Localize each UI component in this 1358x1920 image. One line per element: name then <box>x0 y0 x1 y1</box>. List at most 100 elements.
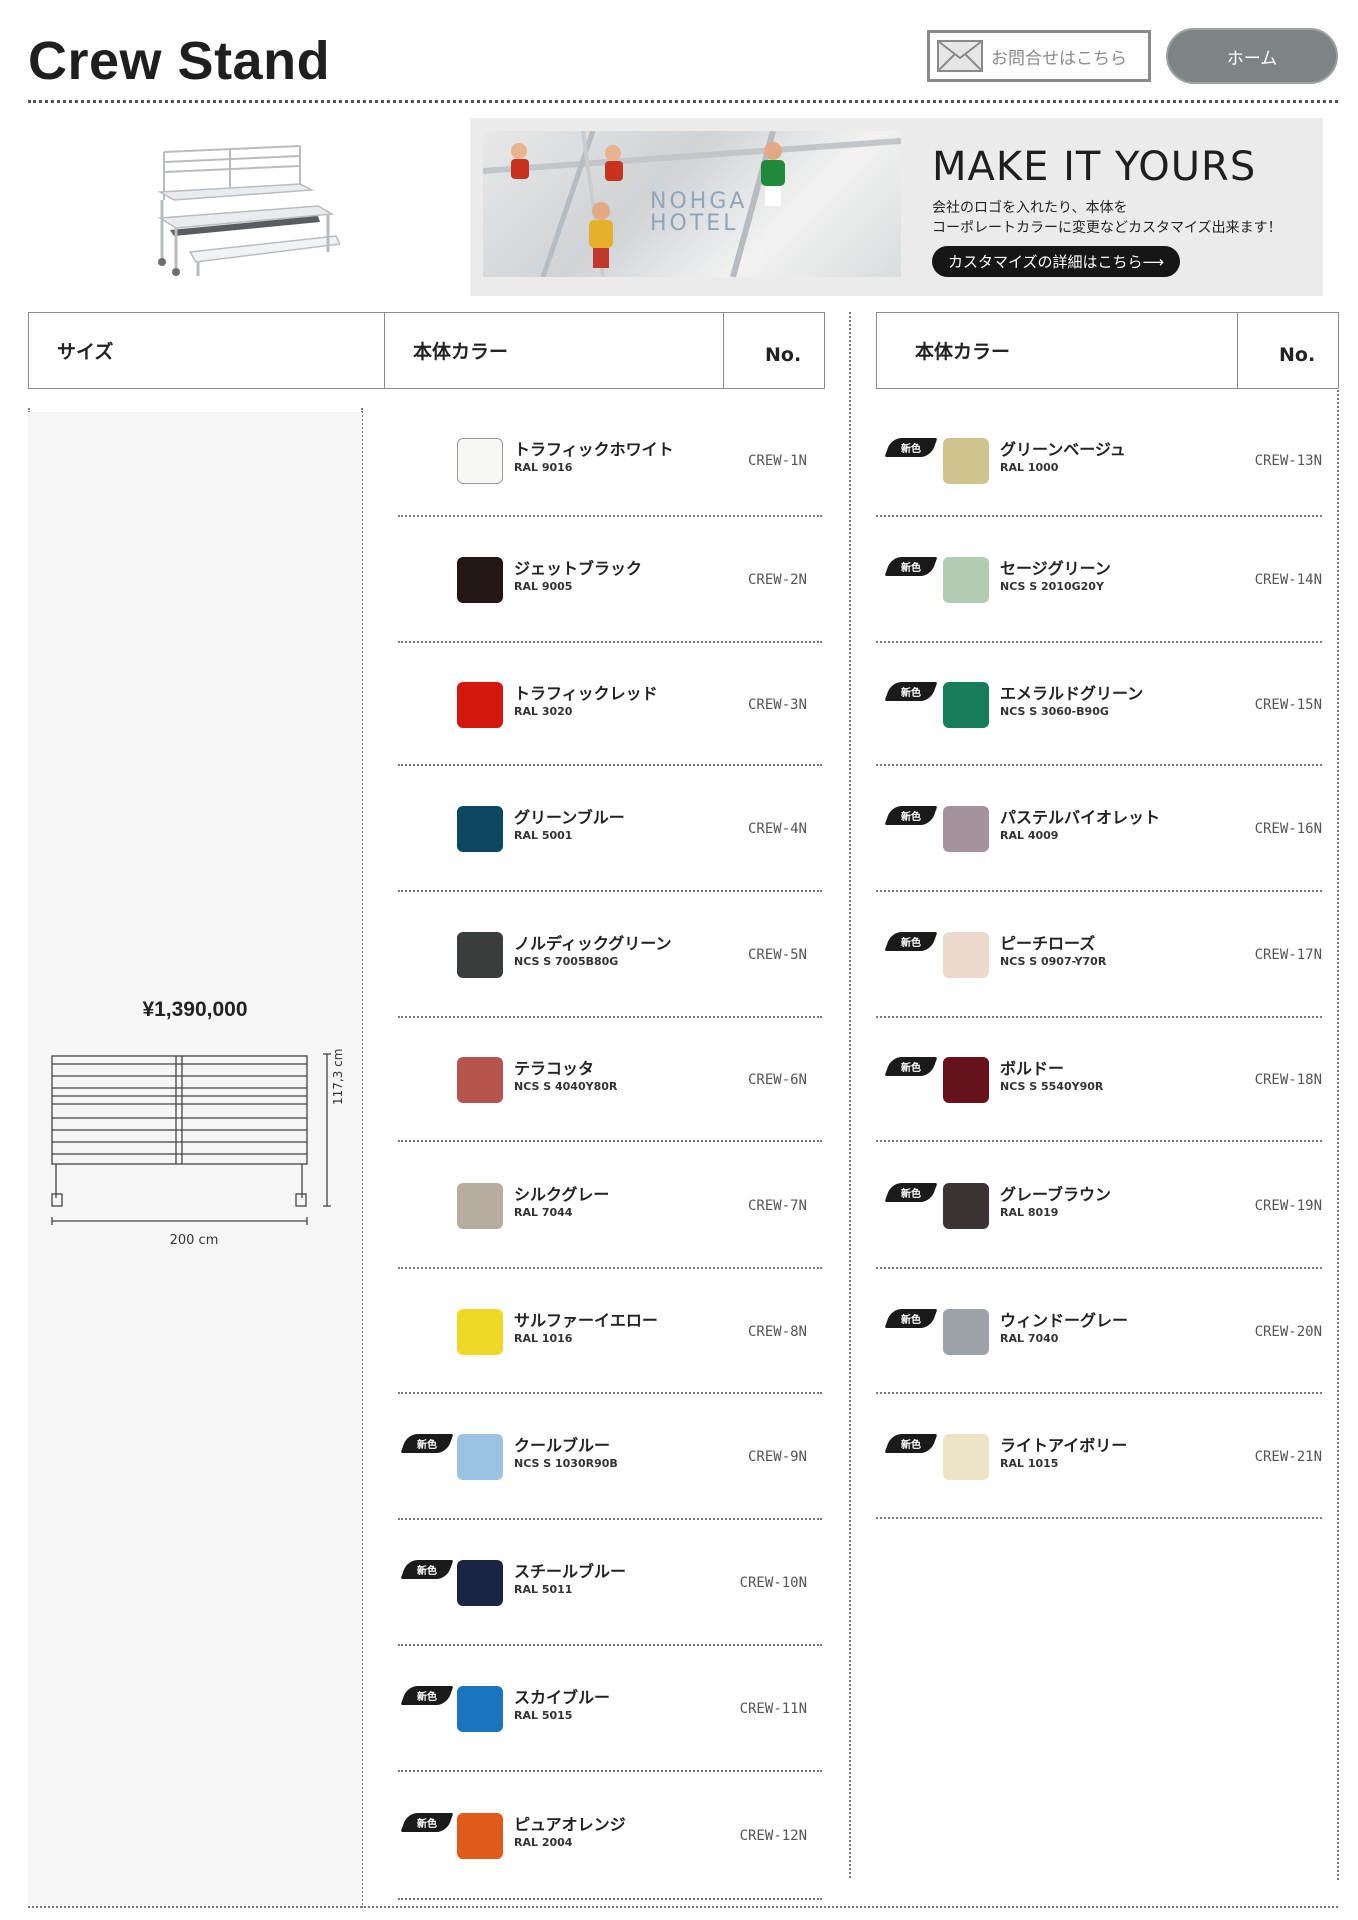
color-swatch <box>943 557 989 603</box>
color-swatch <box>457 1308 503 1355</box>
color-row: 新色 ボルドー NCS S 5540Y90R CREW-18N <box>876 1018 1322 1142</box>
product-number: CREW-13N <box>1254 453 1322 469</box>
product-number: CREW-12N <box>739 1828 807 1844</box>
color-swatch <box>943 681 989 728</box>
contact-button-label: お問合せはこちら <box>991 48 1127 69</box>
color-row: トラフィックレッド RAL 3020 CREW-3N <box>398 643 822 766</box>
product-number: CREW-9N <box>747 1449 807 1465</box>
color-row: 新色 ウィンドーグレー RAL 7040 CREW-20N <box>876 1269 1322 1394</box>
color-header-right: 本体カラー <box>915 341 1011 363</box>
width-dimension: 200 cm <box>169 1233 219 1248</box>
home-button[interactable]: ホーム <box>1166 28 1338 84</box>
color-row: ジェットブラック RAL 9005 CREW-2N <box>398 517 822 643</box>
color-row: 新色 スカイブルー RAL 5015 CREW-11N <box>398 1646 822 1772</box>
product-number: CREW-5N <box>747 947 807 963</box>
color-code: RAL 8019 <box>1000 1205 1059 1219</box>
header-separator <box>384 313 385 388</box>
product-number: CREW-7N <box>747 1197 807 1214</box>
new-color-badge: 新色 <box>884 681 938 701</box>
color-row: 新色 セージグリーン NCS S 2010G20Y CREW-14N <box>876 517 1322 643</box>
color-row: トラフィックホワイト RAL 9016 CREW-1N <box>398 405 822 517</box>
page-header: Crew Stand お問合せはこちら ホーム <box>0 0 1358 104</box>
color-name: ピュアオレンジ <box>514 1815 626 1834</box>
color-name: シルクグレー <box>514 1184 610 1204</box>
mail-icon <box>937 40 983 72</box>
new-color-badge: 新色 <box>884 557 938 576</box>
color-code: RAL 1000 <box>1000 461 1059 474</box>
new-color-badge: 新色 <box>400 1813 454 1832</box>
color-name: グリーンブルー <box>514 808 625 827</box>
color-swatch <box>457 1560 503 1606</box>
color-name: ノルディックグリーン <box>514 934 672 953</box>
table-header-right: 本体カラー No. <box>876 312 1339 389</box>
color-name: グリーンベージュ <box>1000 440 1126 459</box>
number-header-right: No. <box>1279 343 1316 366</box>
color-swatch <box>943 806 989 852</box>
color-code: RAL 9005 <box>514 580 573 593</box>
color-row: グリーンブルー RAL 5001 CREW-4N <box>398 766 822 892</box>
color-code: RAL 1015 <box>1000 1456 1059 1470</box>
color-name: サルファーイエロー <box>514 1310 658 1330</box>
color-code: RAL 1016 <box>514 1331 573 1345</box>
color-row: 新色 ピュアオレンジ RAL 2004 CREW-12N <box>398 1772 822 1900</box>
color-swatch <box>457 806 503 852</box>
color-swatch <box>457 1686 503 1732</box>
product-number: CREW-20N <box>1254 1323 1322 1340</box>
table-bottom-divider <box>28 1906 1338 1908</box>
product-number: CREW-11N <box>739 1701 807 1717</box>
color-code: RAL 9016 <box>514 461 573 474</box>
price: ¥1,390,000 <box>142 998 248 1021</box>
color-name: トラフィックホワイト <box>514 440 674 459</box>
color-row: サルファーイエロー RAL 1016 CREW-8N <box>398 1269 822 1394</box>
color-swatch <box>943 438 989 484</box>
height-dimension: 117,3 cm <box>331 1048 345 1105</box>
color-code: NCS S 4040Y80R <box>514 1080 618 1093</box>
color-swatch <box>457 1813 503 1859</box>
color-name: ライトアイボリー <box>1000 1435 1128 1455</box>
new-color-badge: 新色 <box>400 1686 454 1705</box>
color-name: ボルドー <box>1000 1059 1065 1078</box>
color-swatch <box>943 1057 989 1103</box>
color-name: スチールブルー <box>514 1562 627 1581</box>
contact-button[interactable]: お問合せはこちら <box>927 30 1151 82</box>
color-row: 新色 ピーチローズ NCS S 0907-Y70R CREW-17N <box>876 892 1322 1018</box>
color-code: NCS S 0907-Y70R <box>1000 955 1107 968</box>
product-number: CREW-8N <box>747 1323 807 1340</box>
color-name: ピーチローズ <box>1000 934 1096 953</box>
new-color-badge: 新色 <box>884 932 938 951</box>
product-number: CREW-6N <box>747 1072 807 1088</box>
color-row: 新色 エメラルドグリーン NCS S 3060-B90G CREW-15N <box>876 643 1322 766</box>
new-color-badge: 新色 <box>884 1308 938 1328</box>
new-color-badge: 新色 <box>884 806 938 825</box>
column-divider <box>849 312 851 1878</box>
product-number: CREW-15N <box>1254 696 1322 713</box>
color-swatch <box>943 1308 989 1355</box>
new-color-badge: 新色 <box>884 1057 938 1076</box>
product-image <box>157 145 340 276</box>
header-separator <box>723 313 724 388</box>
banner-photo: NOHGA HOTEL <box>483 131 901 277</box>
customize-banner[interactable]: NOHGA HOTEL MAKE IT YOURS 会社のロゴを入れたり、本体を… <box>470 118 1323 296</box>
table-header-left: サイズ 本体カラー No. <box>28 312 825 389</box>
color-swatch <box>943 1433 989 1480</box>
product-number: CREW-18N <box>1254 1072 1322 1088</box>
color-swatch <box>943 932 989 978</box>
color-code: NCS S 3060-B90G <box>1000 704 1109 718</box>
color-code: NCS S 2010G20Y <box>1000 580 1104 593</box>
color-code: NCS S 7005B80G <box>514 955 619 968</box>
product-number: CREW-1N <box>747 453 807 469</box>
color-name: セージグリーン <box>1000 559 1111 578</box>
page-title: Crew Stand <box>28 31 331 91</box>
color-row: 新色 ライトアイボリー RAL 1015 CREW-21N <box>876 1394 1322 1519</box>
color-header: 本体カラー <box>413 341 509 363</box>
color-row: 新色 スチールブルー RAL 5011 CREW-10N <box>398 1520 822 1646</box>
customize-details-button[interactable]: カスタマイズの詳細はこちら⟶ <box>932 246 1181 277</box>
color-code: RAL 7044 <box>514 1205 573 1219</box>
color-name: ウィンドーグレー <box>1000 1310 1129 1330</box>
product-number: CREW-17N <box>1254 947 1322 963</box>
color-swatch <box>457 557 503 603</box>
product-number: CREW-14N <box>1254 572 1322 588</box>
color-name: テラコッタ <box>514 1059 595 1078</box>
new-color-badge: 新色 <box>884 438 938 457</box>
color-row: テラコッタ NCS S 4040Y80R CREW-6N <box>398 1018 822 1142</box>
